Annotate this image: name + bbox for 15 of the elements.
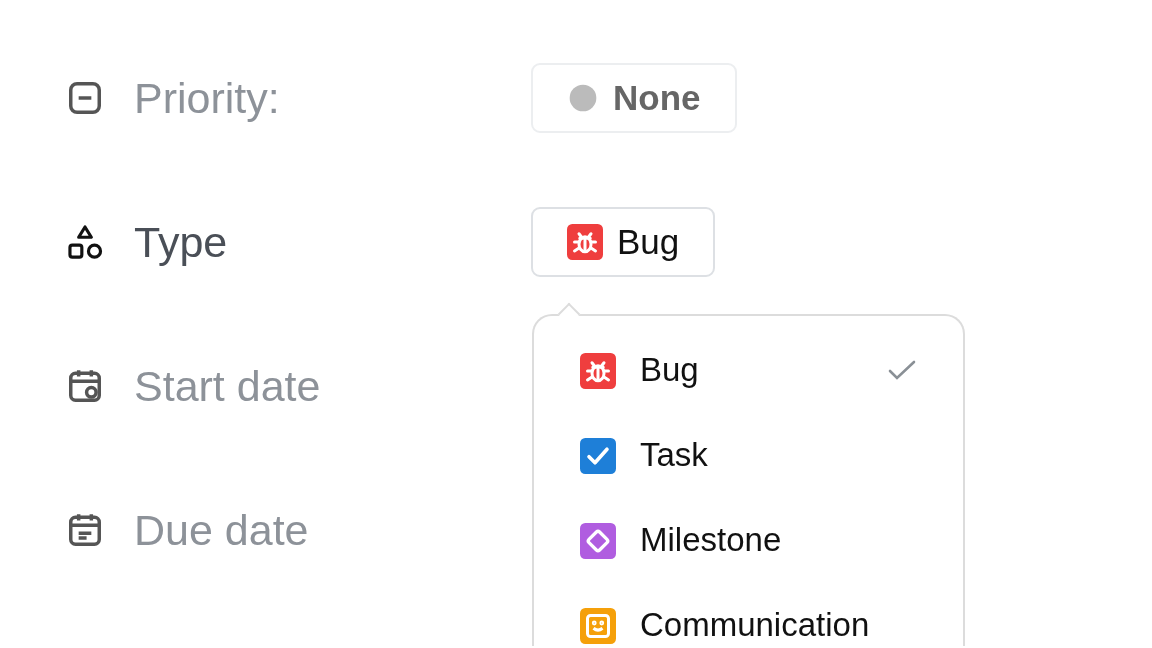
menu-option[interactable]: Communication (580, 583, 963, 646)
field-label: Start date (134, 361, 321, 411)
field-label: Due date (134, 505, 309, 555)
calendar-icon (66, 367, 104, 405)
menu-option[interactable]: Bug (580, 328, 963, 413)
shapes-icon (66, 223, 104, 261)
bug-icon (567, 224, 603, 260)
field-label: Type (134, 217, 228, 267)
menu-option[interactable]: Milestone (580, 498, 963, 583)
priority-icon (66, 79, 104, 117)
field-label: Priority: (134, 73, 280, 123)
calendar-icon (66, 511, 104, 549)
menu-option[interactable]: Task (580, 413, 963, 498)
value-dropdown[interactable]: Bug (531, 207, 716, 277)
value-dropdown[interactable]: None (531, 63, 737, 133)
